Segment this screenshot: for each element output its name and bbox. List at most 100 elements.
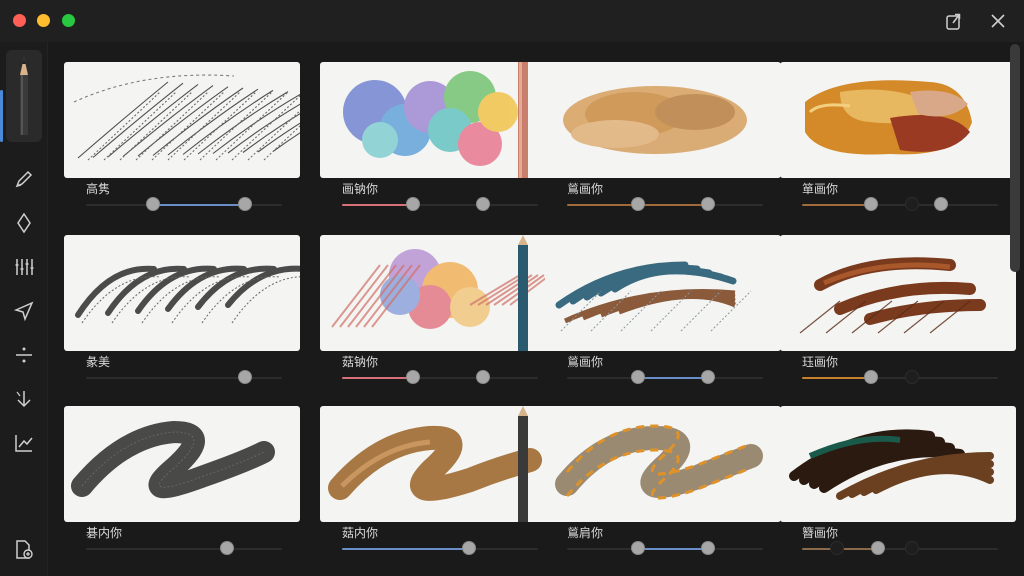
brush-size-slider[interactable]	[86, 541, 282, 555]
tool-marker[interactable]	[6, 162, 42, 196]
brush-preview[interactable]	[780, 62, 1016, 178]
slider-thumb[interactable]	[630, 541, 645, 555]
slider-track	[86, 548, 282, 550]
brush-name: 碁内你	[86, 526, 123, 540]
export-file-button[interactable]	[6, 532, 42, 568]
brush-size-slider[interactable]	[802, 370, 998, 384]
window-minimize-button[interactable]	[37, 14, 50, 27]
slider-fill	[342, 548, 470, 550]
brush-name: 箪画你	[802, 182, 839, 196]
brush-size-slider[interactable]	[802, 541, 998, 555]
brush-name: 鶑肩你	[567, 526, 604, 540]
brush-size-slider[interactable]	[86, 197, 282, 211]
brush-stroke-sample	[71, 420, 275, 499]
brush-stroke-sample	[343, 62, 528, 178]
tool-chart[interactable]	[6, 426, 42, 460]
slider-marker[interactable]	[904, 370, 919, 384]
brush-size-slider[interactable]	[567, 541, 763, 555]
app-window: 高隽 画钠你 鶑画你 箪画你 彖美 菇钠你 鶑画你 珏画你 碁内你 菇内你 鶑肩…	[0, 0, 1024, 576]
tool-brush-set[interactable]	[6, 250, 42, 284]
active-tool-indicator	[0, 90, 3, 142]
slider-marker[interactable]	[830, 541, 845, 555]
brush-stroke-sample	[805, 80, 972, 155]
slider-thumb[interactable]	[871, 541, 886, 555]
tool-pen-nib[interactable]	[6, 206, 42, 240]
slider-thumb[interactable]	[145, 197, 160, 211]
brush-name: 菇钠你	[342, 355, 379, 369]
brush-size-slider[interactable]	[567, 370, 763, 384]
brush-stroke-sample	[331, 235, 551, 351]
send-icon	[13, 301, 34, 322]
slider-fill	[342, 204, 413, 206]
tool-pencil[interactable]	[6, 50, 42, 142]
window-maximize-button[interactable]	[62, 14, 75, 27]
slider-fill	[152, 204, 245, 206]
slider-thumb[interactable]	[476, 197, 491, 211]
brush-stroke-sample	[799, 257, 986, 334]
grid-scrollbar[interactable]	[1010, 44, 1020, 272]
brush-size-slider[interactable]	[342, 370, 538, 384]
brush-stroke-sample	[555, 424, 763, 500]
slider-thumb[interactable]	[237, 197, 252, 211]
slider-fill	[802, 377, 871, 379]
brush-preview[interactable]	[320, 406, 556, 522]
slider-thumb[interactable]	[237, 370, 252, 384]
slider-thumb[interactable]	[701, 197, 716, 211]
slider-thumb[interactable]	[630, 197, 645, 211]
slider-thumb[interactable]	[405, 370, 420, 384]
slider-marker[interactable]	[904, 541, 919, 555]
slider-thumb[interactable]	[462, 541, 477, 555]
brush-size-slider[interactable]	[342, 197, 538, 211]
brush-preview[interactable]	[320, 235, 556, 351]
brush-name: 画钠你	[342, 182, 379, 196]
slider-thumb[interactable]	[701, 541, 716, 555]
slider-thumb[interactable]	[220, 541, 235, 555]
brush-name: 鶑画你	[567, 182, 604, 196]
brush-preview[interactable]	[780, 235, 1016, 351]
slider-fill	[637, 377, 709, 379]
tool-send[interactable]	[6, 294, 42, 328]
brush-preview[interactable]	[320, 62, 556, 178]
slider-thumb[interactable]	[701, 370, 716, 384]
close-button[interactable]	[986, 9, 1010, 33]
brush-size-slider[interactable]	[86, 370, 282, 384]
window-close-button[interactable]	[13, 14, 26, 27]
brush-size-slider[interactable]	[567, 197, 763, 211]
brush-preview[interactable]	[64, 62, 300, 178]
tool-arrow-down[interactable]	[6, 382, 42, 416]
slider-thumb[interactable]	[630, 370, 645, 384]
brush-preview[interactable]	[780, 406, 1016, 522]
slider-thumb[interactable]	[405, 197, 420, 211]
brush-name: 簪画你	[802, 526, 839, 540]
brush-name: 高隽	[86, 182, 111, 196]
brush-stroke-sample	[555, 261, 752, 332]
brush-stroke-sample	[328, 406, 542, 522]
tool-divide[interactable]	[6, 338, 42, 372]
brush-size-slider[interactable]	[342, 541, 538, 555]
slider-thumb[interactable]	[476, 370, 491, 384]
share-button[interactable]	[942, 9, 966, 33]
brush-name: 珏画你	[802, 355, 839, 369]
slider-thumb[interactable]	[863, 370, 878, 384]
share-icon	[946, 13, 961, 30]
chart-icon	[15, 435, 33, 452]
pen-nib-icon	[17, 212, 31, 234]
slider-marker[interactable]	[904, 197, 919, 211]
brush-size-slider[interactable]	[802, 197, 998, 211]
marker-icon	[15, 170, 33, 188]
slider-fill	[342, 377, 413, 379]
brush-preview[interactable]	[545, 406, 781, 522]
brush-name: 彖美	[86, 355, 111, 369]
slider-thumb[interactable]	[934, 197, 949, 211]
brush-stroke-sample	[563, 86, 747, 154]
brush-name: 菇内你	[342, 526, 379, 540]
slider-fill	[637, 548, 709, 550]
brush-preview[interactable]	[545, 235, 781, 351]
slider-thumb[interactable]	[863, 197, 878, 211]
brush-preview[interactable]	[64, 406, 300, 522]
title-bar	[0, 0, 1024, 42]
brush-preview[interactable]	[545, 62, 781, 178]
brush-grid: 高隽 画钠你 鶑画你 箪画你 彖美 菇钠你 鶑画你 珏画你 碁内你 菇内你 鶑肩…	[60, 56, 1016, 568]
brush-preview[interactable]	[64, 235, 300, 351]
brush-name: 鶑画你	[567, 355, 604, 369]
